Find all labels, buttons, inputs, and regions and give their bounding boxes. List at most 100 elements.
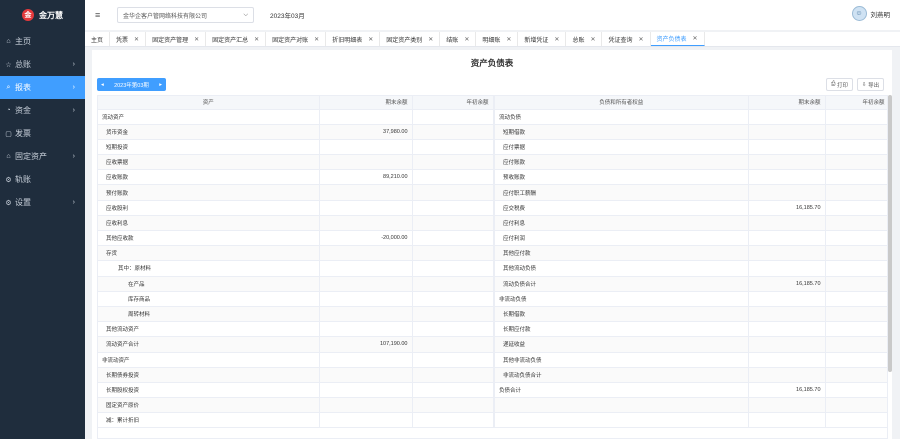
ending-balance (319, 215, 413, 232)
ending-balance (319, 367, 413, 383)
sidebar: 金 金万慧 ⌂ 主页 ☆ 总账 › ⌕ 报表 › ◔ 资金 › ▢ 发票 ⌂ 固定资产 › ⚙ 轨账 ⚙ 设置 › (0, 0, 85, 439)
beginning-balance (412, 412, 494, 429)
asset-icon: ⌂ (6, 153, 11, 160)
row-label: 非流动负债 (493, 291, 749, 307)
tab-10[interactable]: 总账 ✕ (566, 32, 603, 46)
tab-4[interactable]: 固定资产对账 ✕ (266, 32, 327, 46)
close-icon[interactable]: ✕ (639, 36, 644, 43)
row-label: 短期借款 (493, 124, 749, 140)
tab-11[interactable]: 凭证查询 ✕ (602, 32, 651, 46)
ending-balance (319, 306, 413, 323)
menu-toggle-icon[interactable]: ≡ (95, 10, 105, 20)
sidebar-item-2[interactable]: ⌕ 报表 › (0, 76, 85, 99)
row-label: 长期应付款 (493, 321, 749, 338)
tab-label: 主页 (91, 37, 104, 44)
beginning-balance (825, 169, 887, 186)
row-label: 长期借款 (493, 306, 749, 323)
beginning-balance (412, 124, 494, 140)
tab-label: 折旧明细表 (332, 37, 363, 44)
ending-balance (748, 321, 826, 338)
column-header: 期末余额 (319, 96, 413, 110)
print-button[interactable]: ⎙ 打印 (826, 78, 853, 91)
ending-balance (319, 276, 413, 292)
ending-balance (748, 124, 826, 140)
close-icon[interactable]: ✕ (134, 36, 139, 43)
tab-8[interactable]: 明细账 ✕ (476, 32, 519, 46)
row-label: 流动资产 (98, 109, 320, 125)
chevron-right-icon: › (72, 107, 75, 114)
tab-7[interactable]: 结账 ✕ (440, 32, 477, 46)
column-header: 资产 (98, 96, 320, 110)
page-title: 资产负债表 (470, 58, 514, 68)
tab-12[interactable]: 资产负债表 ✕ (650, 32, 705, 46)
sidebar-item-label: 总账 (15, 60, 31, 69)
beginning-balance (825, 124, 887, 140)
close-icon[interactable]: ✕ (428, 36, 433, 43)
close-icon[interactable]: ✕ (590, 36, 595, 43)
printer-icon: ⎙ (831, 81, 836, 87)
tab-label: 固定资产对账 (272, 37, 309, 44)
beginning-balance (825, 139, 887, 156)
ending-balance (319, 291, 413, 307)
chevron-right-icon: › (72, 153, 75, 160)
beginning-balance (412, 139, 494, 156)
close-icon[interactable]: ✕ (314, 36, 319, 43)
close-icon[interactable]: ✕ (464, 36, 469, 43)
sidebar-item-4[interactable]: ▢ 发票 (0, 122, 85, 145)
row-label: 应付利润 (493, 230, 749, 247)
sidebar-item-5[interactable]: ⌂ 固定资产 › (0, 145, 85, 168)
tab-3[interactable]: 固定资产汇总 ✕ (206, 32, 267, 46)
sidebar-item-7[interactable]: ⚙ 设置 › (0, 191, 85, 214)
tab-label: 固定资产管理 (152, 37, 189, 44)
close-icon[interactable]: ✕ (368, 36, 373, 43)
row-label: 负债合计 (493, 382, 749, 399)
beginning-balance (825, 397, 887, 414)
sidebar-item-6[interactable]: ⚙ 轨账 (0, 168, 85, 191)
table-row: 预收账款 (493, 169, 887, 186)
prev-period-icon[interactable]: ◂ (101, 82, 104, 88)
sidebar-item-3[interactable]: ◔ 资金 › (0, 99, 85, 122)
sidebar-menu: ⌂ 主页 ☆ 总账 › ⌕ 报表 › ◔ 资金 › ▢ 发票 ⌂ 固定资产 › ⚙ 轨账 ⚙ 设置 › (0, 30, 85, 214)
tab-0[interactable]: 主页 (85, 32, 111, 46)
company-select[interactable]: 金华企客户管网络科技有限公司 ⌵ (117, 7, 254, 23)
period-picker[interactable]: ◂ 2023年第03期 ▸ (97, 78, 166, 91)
row-label: 流动资产合计 (98, 336, 320, 353)
close-icon[interactable]: ✕ (254, 36, 259, 43)
ending-balance (748, 230, 826, 247)
period-picker-label: 2023年第03期 (114, 82, 149, 89)
close-icon[interactable]: ✕ (554, 36, 559, 43)
ending-balance (319, 200, 413, 216)
user-name: 刘燕明 (870, 11, 891, 19)
table-row: 存货 (98, 245, 494, 262)
ending-balance (319, 245, 413, 262)
chevron-right-icon: › (72, 199, 75, 206)
beginning-balance (825, 412, 887, 429)
user-menu[interactable]: ☺ 刘燕明 (851, 6, 891, 21)
table-row: 预付账款 (98, 184, 494, 201)
close-icon[interactable]: ✕ (506, 36, 511, 43)
sidebar-item-0[interactable]: ⌂ 主页 (0, 30, 85, 53)
sidebar-item-label: 发票 (15, 129, 31, 138)
sidebar-item-1[interactable]: ☆ 总账 › (0, 53, 85, 76)
close-icon[interactable]: ✕ (693, 35, 698, 42)
tab-9[interactable]: 新增凭证 ✕ (518, 32, 567, 46)
close-icon[interactable]: ✕ (194, 36, 199, 43)
row-label: 应付职工薪酬 (493, 184, 749, 201)
chevron-down-icon: ⌵ (243, 11, 248, 18)
vertical-scrollbar[interactable] (888, 95, 892, 372)
tab-5[interactable]: 折旧明细表 ✕ (326, 32, 381, 46)
table-row: 库存商品 (98, 291, 494, 307)
brand-logo-icon: 金 (22, 9, 34, 21)
table-row: 长期应付款 (493, 321, 887, 338)
table-row: 固定资产原价 (98, 397, 494, 414)
export-button[interactable]: ⇩ 导出 (857, 78, 884, 91)
ending-balance (319, 321, 413, 338)
tab-2[interactable]: 固定资产管理 ✕ (146, 32, 207, 46)
tab-1[interactable]: 凭票 ✕ (110, 32, 147, 46)
beginning-balance (412, 169, 494, 186)
next-period-icon[interactable]: ▸ (159, 82, 162, 88)
column-header: 期末余额 (748, 96, 826, 110)
row-label: 非流动负债合计 (493, 367, 749, 383)
tab-6[interactable]: 固定资产类别 ✕ (380, 32, 441, 46)
company-select-value: 金华企客户管网络科技有限公司 (123, 13, 208, 20)
